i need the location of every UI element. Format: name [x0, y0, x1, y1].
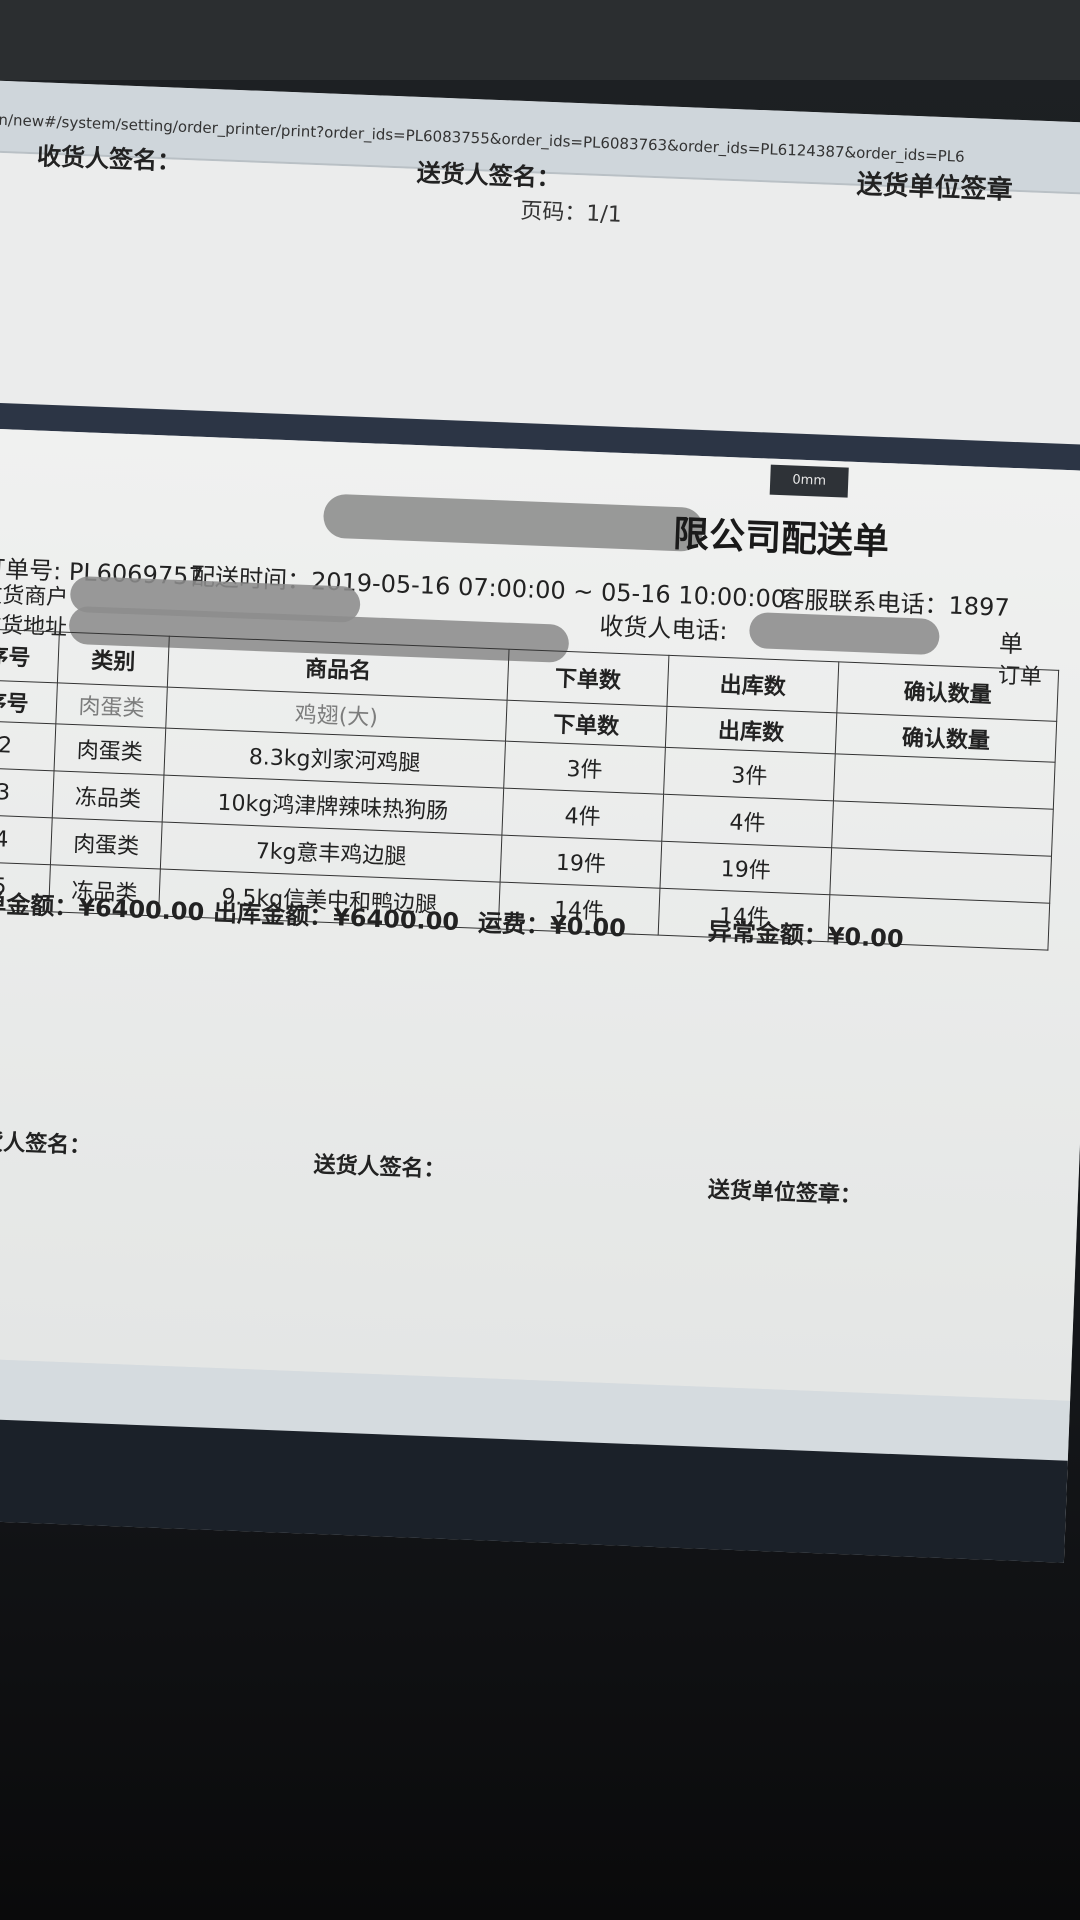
row-index: 3 [0, 767, 55, 818]
row-index: 2 [0, 720, 56, 771]
row-ordered: 3件 [503, 741, 666, 795]
seal-signature: 送货单位签章： [707, 1177, 863, 1209]
header-ordered: 下单数 [507, 649, 669, 707]
receiver-signature: 收货人签名： [0, 1128, 92, 1160]
redaction-phone [748, 611, 941, 656]
row-shipped: 3件 [663, 747, 836, 801]
ghost-index: 序号 [0, 679, 58, 724]
ghost-confirm: 确认数量 [835, 712, 1057, 763]
freight-amount: 运费：¥0.00 [477, 908, 627, 943]
row-ordered: 4件 [501, 788, 664, 842]
ghost-shipped: 出库数 [665, 706, 837, 754]
row-ordered: 19件 [500, 835, 662, 889]
monitor-frame [0, 0, 1080, 80]
header-confirm: 确认数量 [836, 661, 1059, 722]
merchant-label: 收货商户 [0, 582, 69, 611]
deliverer-signature: 送货人签名： [313, 1152, 446, 1183]
row-category: 肉蛋类 [54, 723, 166, 776]
ghost-category: 肉蛋类 [55, 682, 168, 729]
row-confirm[interactable] [833, 753, 1056, 810]
prev-deliverer-signature: 送货人签名： [416, 158, 562, 193]
receiver-phone-label: 收货人电话: [598, 612, 729, 646]
header-shipped: 出库数 [666, 655, 839, 713]
ghost-ordered: 下单数 [505, 700, 667, 748]
abnormal-amount: 异常金额：¥0.00 [707, 917, 905, 954]
row-confirm[interactable] [829, 847, 1052, 904]
page-number: 页码：1/1 [519, 198, 623, 228]
row-shipped: 4件 [661, 794, 834, 848]
header-index: 序号 [0, 628, 60, 683]
row-index: 4 [0, 813, 53, 865]
row-shipped: 19件 [659, 841, 832, 895]
header-category: 类别 [57, 631, 170, 688]
title-text: 限公司配送单 [672, 513, 890, 564]
row-category: 肉蛋类 [50, 817, 163, 870]
delivery-note: 0mm 限公司配送单 订单号: PL6069757 配送时间：2019-05-1… [0, 427, 1080, 1401]
margin-badge[interactable]: 0mm [769, 464, 849, 498]
prev-receiver-signature: 收货人签名： [36, 142, 182, 176]
prev-seal: 送货单位签章 [856, 169, 1014, 206]
row-confirm[interactable] [831, 800, 1054, 857]
right-edge-clip-1: 单 [998, 629, 1024, 659]
monitor-screen: n/new#/system/setting/order_printer/prin… [0, 80, 1080, 1563]
row-category: 冻品类 [52, 770, 164, 823]
document-title: 限公司配送单 [372, 493, 890, 565]
previous-page: 收货人签名： 送货人签名： 送货单位签章 页码：1/1 [0, 142, 1080, 446]
